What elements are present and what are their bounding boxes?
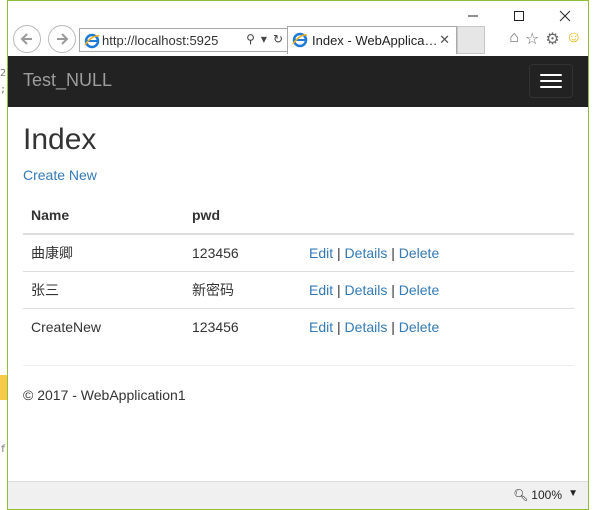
column-header-actions	[301, 197, 574, 235]
browser-tools: ⌂ ☆ ⚙ ☺	[509, 29, 582, 49]
details-link[interactable]: Details	[345, 319, 388, 335]
zoom-magnifier-icon: 🔍︎	[513, 488, 529, 502]
column-header-pwd: pwd	[184, 197, 301, 235]
table-row: 张三 新密码 Edit | Details | Delete	[23, 271, 574, 309]
address-url: http://localhost:5925	[102, 32, 219, 48]
site-navbar: Test_NULL	[8, 56, 588, 107]
ie-logo-icon	[84, 33, 100, 49]
background-char: 2	[0, 68, 7, 79]
cell-actions: Edit | Details | Delete	[301, 308, 574, 345]
zoom-dropdown-icon[interactable]: ▼	[568, 488, 578, 499]
back-arrow-icon	[20, 33, 32, 45]
new-tab-button[interactable]	[457, 26, 485, 54]
details-link[interactable]: Details	[345, 282, 388, 298]
footer-text: © 2017 - WebApplication1	[23, 387, 186, 403]
dropdown-icon[interactable]: ▾	[261, 32, 267, 46]
delete-link[interactable]: Delete	[399, 282, 439, 298]
cell-actions: Edit | Details | Delete	[301, 234, 574, 272]
edit-link[interactable]: Edit	[309, 319, 333, 335]
cell-name: 曲康卿	[31, 245, 73, 261]
settings-gear-icon[interactable]: ⚙	[545, 29, 559, 49]
address-tools: ⚲ ▾ ↻	[246, 32, 283, 46]
close-icon	[559, 10, 571, 22]
background-char: f	[0, 444, 7, 455]
hamburger-icon-bar	[540, 74, 562, 76]
delete-link[interactable]: Delete	[399, 245, 439, 261]
separator: |	[391, 319, 395, 335]
page-title: Index	[23, 123, 97, 156]
users-table: Name pwd 曲康卿 123456 Edit | Details | Del…	[23, 197, 574, 345]
navbar-toggle-button[interactable]	[529, 64, 573, 98]
tab-title: Index - WebApplica…	[312, 33, 437, 48]
tab-close-icon[interactable]: ✕	[439, 32, 450, 48]
separator: |	[337, 319, 341, 335]
column-header-name: Name	[23, 197, 184, 235]
refresh-icon[interactable]: ↻	[273, 32, 283, 46]
search-icon[interactable]: ⚲	[246, 32, 255, 46]
separator: |	[391, 245, 395, 261]
status-bar: 🔍︎ 100% ▼	[8, 481, 588, 509]
brand-link[interactable]: Test_NULL	[23, 70, 112, 91]
cell-name: CreateNew	[23, 308, 184, 345]
delete-link[interactable]: Delete	[399, 319, 439, 335]
home-icon[interactable]: ⌂	[509, 29, 519, 49]
minimize-icon	[468, 15, 478, 17]
cell-actions: Edit | Details | Delete	[301, 271, 574, 309]
back-button[interactable]	[13, 25, 41, 53]
background-char: ;	[0, 84, 7, 95]
browser-toolbar: http://localhost:5925 ⚲ ▾ ↻ Index - WebA…	[8, 23, 588, 57]
forward-button[interactable]	[48, 25, 76, 53]
favorites-star-icon[interactable]: ☆	[525, 29, 539, 49]
cell-pwd: 新密码	[184, 271, 301, 309]
table-row: 曲康卿 123456 Edit | Details | Delete	[23, 234, 574, 272]
separator: |	[337, 245, 341, 261]
cell-pwd: 123456	[192, 245, 239, 261]
feedback-smiley-icon[interactable]: ☺	[566, 29, 582, 49]
cell-name: 张三	[23, 271, 184, 309]
maximize-icon	[514, 11, 524, 21]
create-new-link[interactable]: Create New	[23, 167, 573, 183]
address-bar[interactable]: http://localhost:5925 ⚲ ▾ ↻	[79, 28, 288, 52]
forward-arrow-icon	[57, 33, 69, 45]
edit-link[interactable]: Edit	[309, 282, 333, 298]
details-link[interactable]: Details	[345, 245, 388, 261]
tab-index[interactable]: Index - WebApplica… ✕	[287, 26, 457, 54]
hamburger-icon-bar	[540, 86, 562, 88]
hamburger-icon-bar	[540, 80, 562, 82]
page-content: Index Create New Name pwd 曲康卿 123456 Edi…	[8, 123, 588, 403]
footer-divider	[23, 365, 574, 366]
browser-window: http://localhost:5925 ⚲ ▾ ↻ Index - WebA…	[7, 0, 589, 510]
zoom-control[interactable]: 🔍︎ 100%	[513, 488, 562, 502]
edit-link[interactable]: Edit	[309, 245, 333, 261]
ie-logo-icon	[292, 32, 308, 48]
separator: |	[337, 282, 341, 298]
cell-pwd: 123456	[184, 308, 301, 345]
table-row: CreateNew 123456 Edit | Details | Delete	[23, 308, 574, 345]
separator: |	[391, 282, 395, 298]
zoom-level: 100%	[531, 488, 562, 502]
page-viewport: Test_NULL Index Create New Name pwd 曲康卿 …	[8, 56, 588, 481]
table-header-row: Name pwd	[23, 197, 574, 235]
